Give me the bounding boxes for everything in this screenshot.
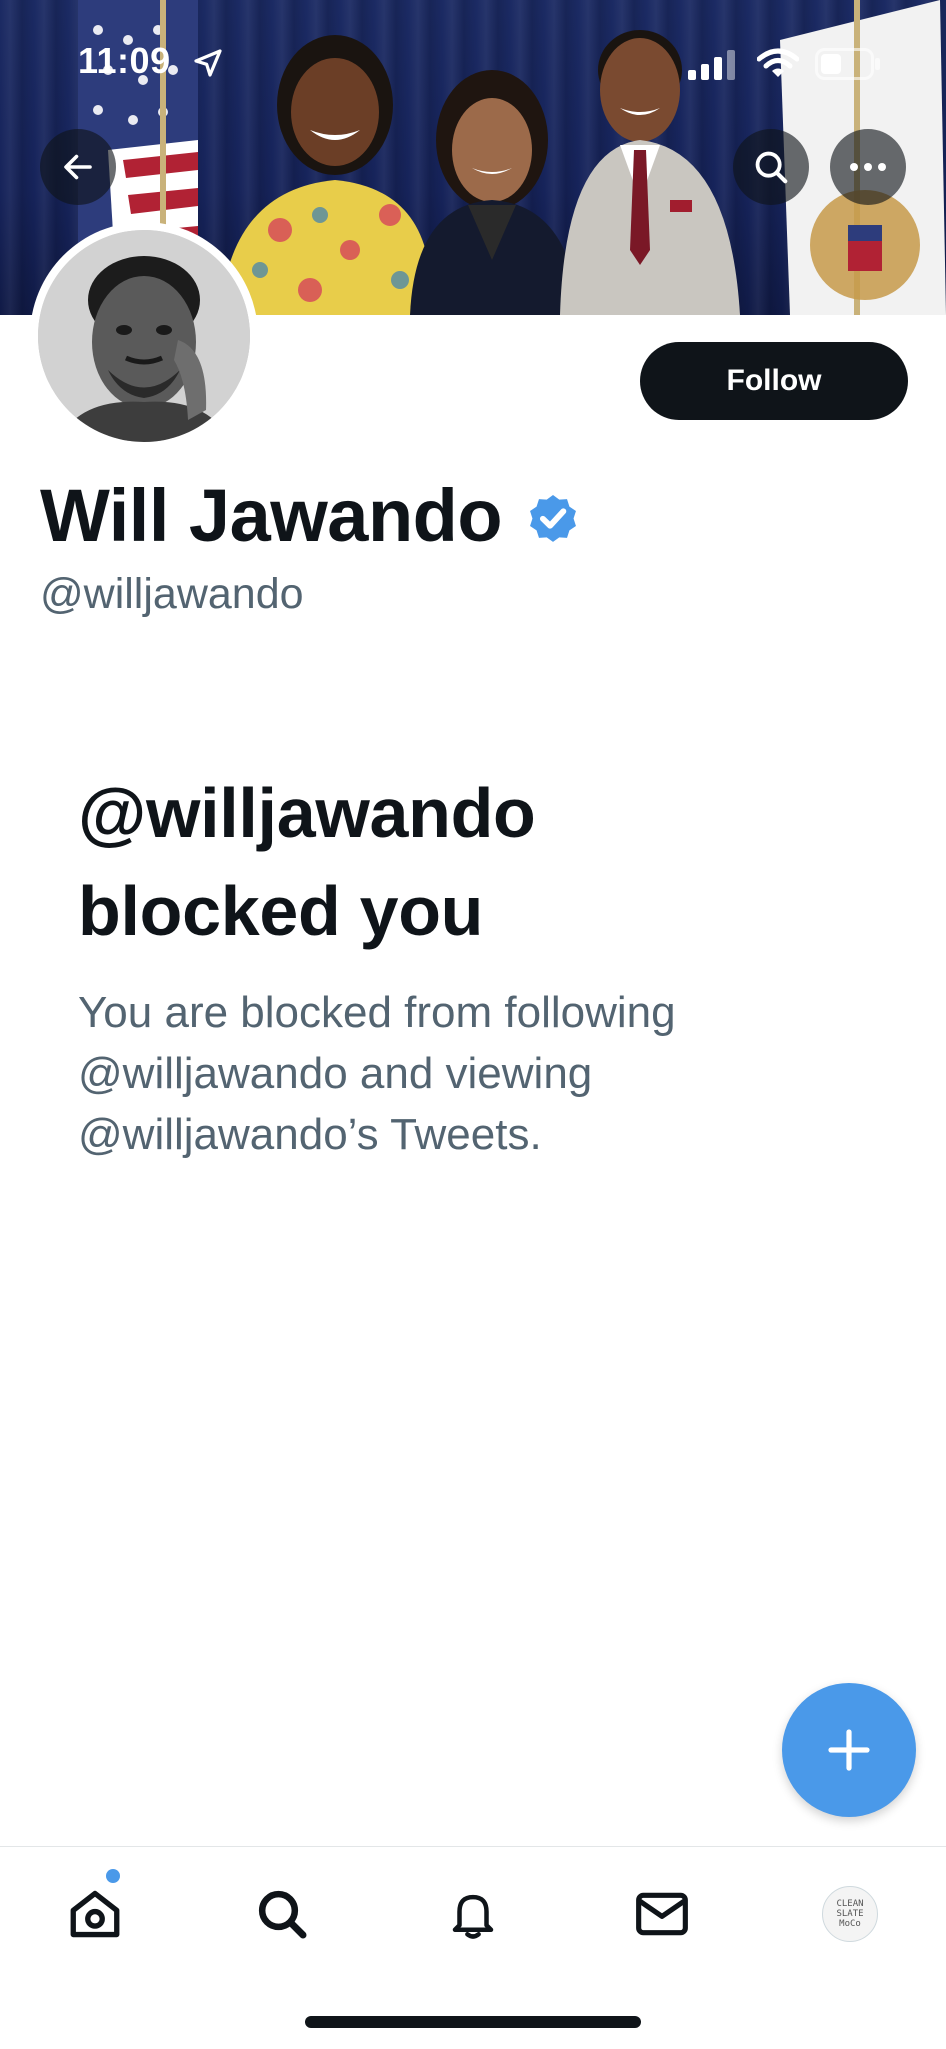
home-icon — [70, 1890, 120, 1938]
blocked-title: @willjawando blocked you — [78, 764, 878, 960]
status-time: 11:09 — [78, 40, 171, 81]
nav-search[interactable] — [247, 1879, 317, 1949]
plus-icon — [828, 1729, 870, 1771]
nav-notifications[interactable] — [438, 1879, 508, 1949]
follow-button[interactable]: Follow — [640, 342, 908, 420]
profile-avatar[interactable] — [30, 222, 258, 450]
nav-profile-avatar: CLEAN SLATE MoCo — [822, 1886, 878, 1942]
status-bar: 11:09 — [0, 0, 946, 120]
profile-handle: @willjawando — [40, 570, 304, 618]
back-arrow-icon — [64, 154, 92, 180]
profile-avatar-image — [38, 230, 250, 442]
home-indicator-bar — [305, 2016, 641, 2028]
nav-avatar-text-3: MoCo — [839, 1919, 861, 1929]
nav-home[interactable] — [60, 1879, 130, 1949]
blocked-title-line2: blocked you — [78, 872, 484, 950]
compose-tweet-button[interactable] — [782, 1683, 916, 1817]
location-arrow-icon — [194, 49, 222, 77]
verified-badge-icon[interactable] — [524, 489, 582, 547]
search-icon — [258, 1890, 307, 1939]
blocked-description-line2: @willjawando and viewing — [78, 1049, 593, 1098]
home-new-indicator — [106, 1869, 120, 1883]
blocked-description: You are blocked from following @willjawa… — [78, 982, 878, 1165]
back-button[interactable] — [40, 129, 116, 205]
nav-avatar-text-2: SLATE — [836, 1909, 864, 1919]
wifi-icon — [757, 48, 799, 77]
profile-name-row: Will Jawando — [40, 472, 582, 560]
more-options-icon — [850, 163, 886, 171]
nav-avatar-text-1: CLEAN — [836, 1899, 864, 1909]
more-options-button[interactable] — [830, 129, 906, 205]
cellular-signal-icon — [688, 50, 735, 80]
search-button[interactable] — [733, 129, 809, 205]
battery-icon — [815, 48, 880, 80]
notifications-bell-icon — [452, 1894, 494, 1939]
nav-messages[interactable] — [627, 1879, 697, 1949]
blocked-title-line1: @willjawando — [78, 774, 536, 852]
blocked-description-line1: You are blocked from following — [78, 988, 676, 1037]
nav-profile[interactable]: CLEAN SLATE MoCo — [815, 1879, 885, 1949]
search-icon — [755, 151, 788, 184]
messages-envelope-icon — [636, 1892, 688, 1936]
profile-display-name: Will Jawando — [40, 474, 503, 557]
blocked-description-line3: @willjawando’s Tweets. — [78, 1110, 542, 1159]
